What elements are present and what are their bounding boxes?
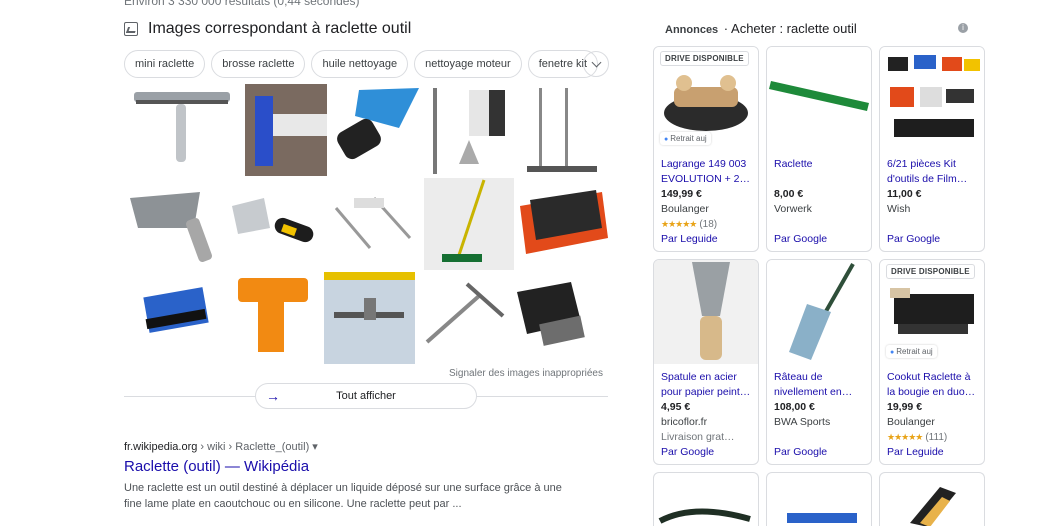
result-domain: fr.wikipedia.org	[124, 441, 198, 453]
chip-nettoyage-moteur[interactable]: nettoyage moteur	[414, 50, 522, 78]
product-shop: Vorwerk	[774, 203, 812, 215]
image-result[interactable]	[124, 272, 227, 364]
show-all-images-button[interactable]: → Tout afficher	[255, 383, 477, 409]
product-image	[654, 260, 758, 364]
image-result[interactable]	[224, 178, 322, 270]
image-result[interactable]	[424, 178, 514, 270]
product-shop: Wish	[887, 203, 911, 215]
product-shop: BWA Sports	[774, 416, 831, 428]
product-image	[767, 47, 871, 151]
review-count: (18)	[699, 219, 718, 230]
product-card[interactable]: Râteau de nivellement en… 108,00 € BWA S…	[766, 259, 872, 465]
star-rating-icon: ★★★★★	[661, 219, 697, 229]
image-result[interactable]	[245, 84, 327, 176]
result-title-link[interactable]: Raclette (outil) — Wikipédia	[124, 458, 309, 475]
arrow-right-icon: →	[266, 388, 280, 404]
drive-badge: DRIVE DISPONIBLE	[886, 264, 975, 279]
show-all-label: Tout afficher	[336, 390, 396, 402]
product-shop: bricoflor.fr	[661, 416, 708, 428]
product-title[interactable]: Raclette	[774, 157, 864, 187]
chips-expand-button[interactable]	[583, 51, 609, 77]
report-images-link[interactable]: Signaler des images inappropriées	[449, 368, 603, 379]
image-result[interactable]	[510, 272, 608, 364]
product-title[interactable]: Spatule en acier pour papier peint…	[661, 370, 751, 400]
image-result[interactable]	[516, 178, 608, 270]
info-icon[interactable]: i	[958, 23, 968, 33]
image-grid	[124, 84, 608, 366]
product-price: 11,00 €	[887, 188, 922, 200]
result-stats: Environ 3 330 000 résultats (0,44 second…	[124, 0, 360, 8]
image-result[interactable]	[228, 272, 322, 364]
product-image: DRIVE DISPONIBLE Retrait auj	[880, 260, 984, 364]
image-result[interactable]	[417, 272, 509, 364]
product-card[interactable]: DRIVE DISPONIBLE Retrait auj Cookut Racl…	[879, 259, 985, 465]
product-title[interactable]: Cookut Raclette à la bougie en duo…	[887, 370, 977, 400]
ads-header: Annonces · Acheter : raclette outil	[665, 21, 857, 36]
product-rating: ★★★★★ (18)	[661, 217, 751, 232]
product-shop: Boulanger	[661, 203, 709, 215]
image-result[interactable]	[329, 84, 427, 176]
result-snippet: Une raclette est un outil destiné à dépl…	[124, 482, 562, 510]
image-result[interactable]	[124, 178, 222, 270]
product-by-link[interactable]: Par Google	[661, 445, 751, 460]
chip-huile-nettoyage[interactable]: huile nettoyage	[311, 50, 409, 78]
image-result[interactable]	[124, 84, 243, 176]
product-card[interactable]	[653, 472, 759, 526]
pickup-badge: Retrait auj	[886, 345, 937, 358]
product-by-link[interactable]: Par Leguide	[887, 445, 977, 460]
ads-title: Acheter : raclette outil	[731, 21, 857, 36]
product-by-link[interactable]: Par Google	[774, 445, 864, 460]
product-card[interactable]	[766, 472, 872, 526]
refinement-chips: mini raclette brosse raclette huile nett…	[124, 50, 599, 78]
product-title[interactable]: Lagrange 149 003 EVOLUTION + 2…	[661, 157, 751, 187]
product-rating: ★★★★★ (111)	[887, 430, 977, 445]
product-card[interactable]: Spatule en acier pour papier peint… 4,95…	[653, 259, 759, 465]
star-rating-icon: ★★★★★	[887, 432, 923, 442]
pickup-badge: Retrait auj	[660, 132, 711, 145]
image-result[interactable]	[513, 84, 608, 176]
product-by-link[interactable]: Par Leguide	[661, 232, 751, 247]
product-price: 19,99 €	[887, 401, 923, 413]
chip-mini-raclette[interactable]: mini raclette	[124, 50, 206, 78]
ads-label: Annonces	[665, 24, 719, 36]
product-by-link[interactable]: Par Google	[887, 232, 977, 247]
image-result[interactable]	[429, 84, 511, 176]
chip-brosse-raclette[interactable]: brosse raclette	[211, 50, 306, 78]
product-title[interactable]: 6/21 pièces Kit d'outils de Film…	[887, 157, 977, 187]
image-result[interactable]	[323, 272, 416, 364]
result-citation: fr.wikipedia.org › wiki › Raclette_(outi…	[124, 440, 318, 453]
product-card[interactable]: 6/21 pièces Kit d'outils de Film… 11,00 …	[879, 46, 985, 252]
product-shipping: Livraison grat…	[661, 431, 735, 443]
product-price: 4,95 €	[661, 401, 691, 413]
review-count: (111)	[925, 432, 948, 443]
result-path: › wiki › Raclette_(outil)	[197, 441, 310, 453]
image-icon	[124, 22, 138, 36]
product-image	[767, 260, 871, 364]
product-shop: Boulanger	[887, 416, 935, 428]
images-section-header: Images correspondant à raclette outil	[124, 20, 411, 38]
product-title[interactable]: Râteau de nivellement en…	[774, 370, 864, 400]
product-card[interactable]: Raclette 8,00 € Vorwerk Par Google	[766, 46, 872, 252]
product-price: 108,00 €	[774, 401, 815, 413]
result-menu-icon[interactable]: ▾	[312, 441, 318, 453]
images-section-title[interactable]: Images correspondant à raclette outil	[148, 20, 411, 38]
product-card[interactable]	[879, 472, 985, 526]
image-result[interactable]	[324, 178, 422, 270]
product-image: DRIVE DISPONIBLE Retrait auj	[654, 47, 758, 151]
product-image	[880, 47, 984, 151]
product-price: 149,99 €	[661, 188, 702, 200]
drive-badge: DRIVE DISPONIBLE	[660, 51, 749, 66]
product-card[interactable]: DRIVE DISPONIBLE Retrait auj Lagrange 14…	[653, 46, 759, 252]
product-price: 8,00 €	[774, 188, 804, 200]
product-by-link[interactable]: Par Google	[774, 232, 864, 247]
